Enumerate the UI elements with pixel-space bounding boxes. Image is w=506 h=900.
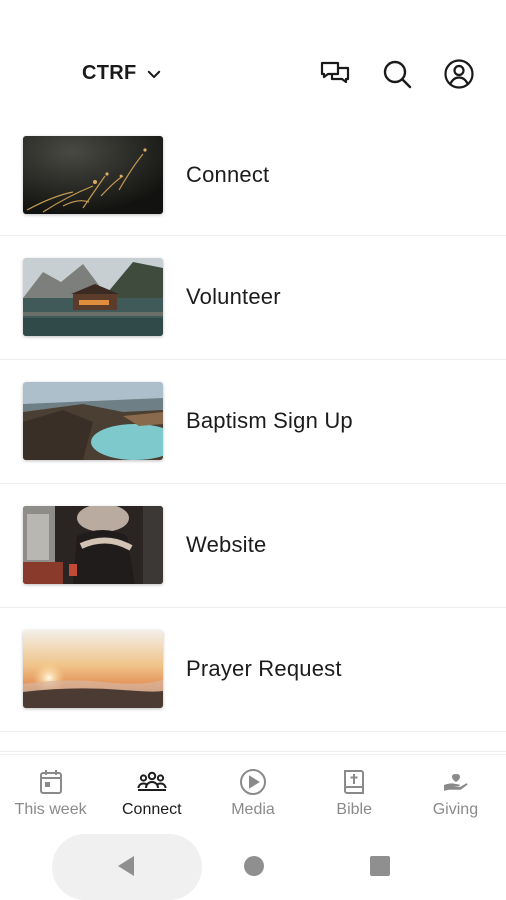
system-nav-bar: [0, 830, 506, 900]
prayer-request-thumbnail: [23, 630, 163, 708]
list-item-label: Volunteer: [186, 284, 281, 309]
connect-list: Connect Volunteer Baptism Sign Up Websit…: [0, 114, 506, 732]
nav-media[interactable]: Media: [202, 755, 303, 830]
recents-icon[interactable]: [369, 855, 391, 877]
nav-label: Bible: [336, 801, 372, 818]
list-item-connect[interactable]: Connect: [0, 114, 506, 236]
account-icon[interactable]: [443, 58, 475, 90]
list-item-label: Baptism Sign Up: [186, 408, 353, 433]
back-icon[interactable]: [114, 854, 138, 878]
list-item-label: Connect: [186, 162, 270, 187]
home-icon[interactable]: [243, 855, 265, 877]
org-name: CTRF: [82, 62, 137, 84]
calendar-icon: [39, 770, 62, 794]
bottom-nav: This week Connect Media Bible Giving: [0, 754, 506, 830]
giving-hand-icon: [444, 774, 468, 791]
search-icon[interactable]: [381, 58, 413, 90]
list-item-prayer-request[interactable]: Prayer Request: [0, 608, 506, 732]
nav-connect[interactable]: Connect: [101, 755, 202, 830]
nav-this-week[interactable]: This week: [0, 755, 101, 830]
website-thumbnail: [23, 506, 163, 584]
nav-giving[interactable]: Giving: [405, 755, 506, 830]
list-item-baptism-sign-up[interactable]: Baptism Sign Up: [0, 360, 506, 484]
list-item-label: Website: [186, 532, 267, 557]
list-item-partial: [0, 732, 506, 752]
nav-label: Media: [231, 801, 275, 818]
nav-label: This week: [14, 801, 87, 818]
app-header: CTRF: [0, 0, 506, 120]
chat-icon[interactable]: [319, 58, 351, 90]
baptism-thumbnail: [23, 382, 163, 460]
list-item-volunteer[interactable]: Volunteer: [0, 236, 506, 360]
people-icon: [137, 771, 167, 791]
nav-label: Connect: [122, 801, 182, 818]
play-circle-icon: [240, 769, 266, 795]
list-item-website[interactable]: Website: [0, 484, 506, 608]
list-item-label: Prayer Request: [186, 656, 342, 681]
nav-bible[interactable]: Bible: [304, 755, 405, 830]
volunteer-thumbnail: [23, 258, 163, 336]
bible-icon: [344, 770, 365, 794]
connect-thumbnail: [23, 136, 163, 214]
chevron-down-icon: [147, 70, 160, 78]
org-switcher[interactable]: CTRF: [82, 62, 163, 85]
nav-label: Giving: [432, 801, 479, 818]
